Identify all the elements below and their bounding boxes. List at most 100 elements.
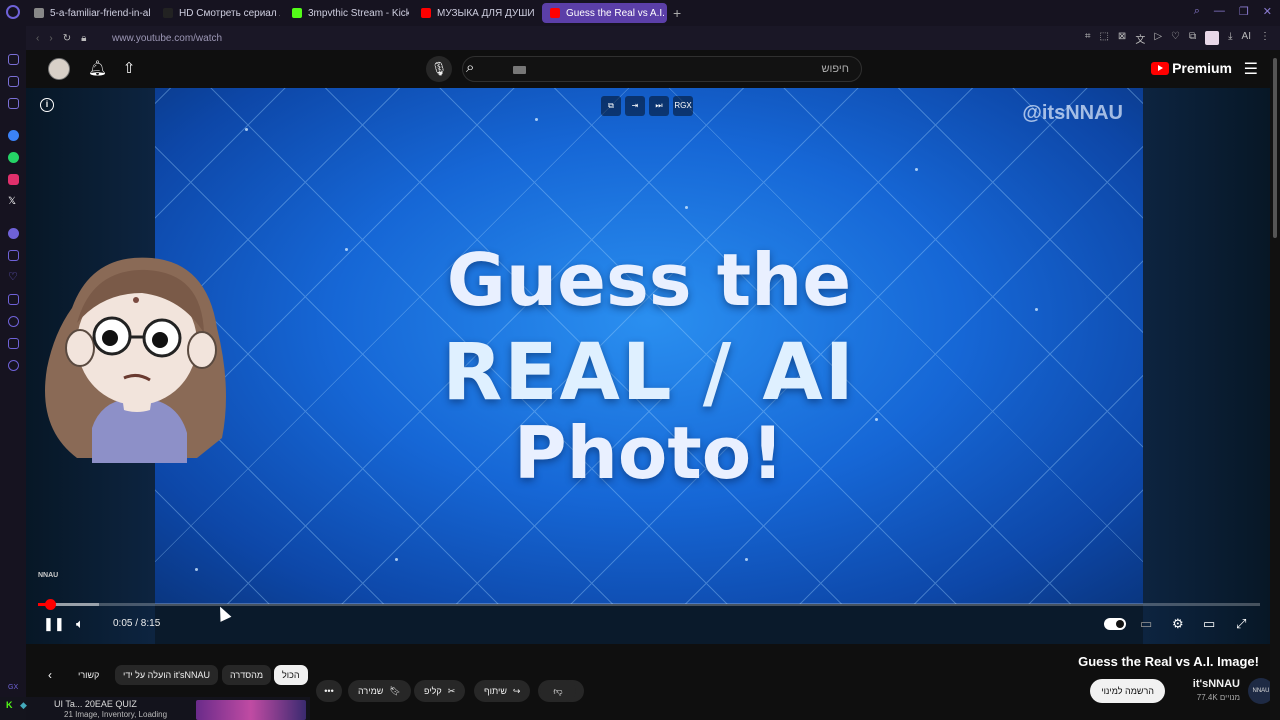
chips-scroll-left-icon[interactable]: ‹: [48, 668, 52, 682]
sparkle: [245, 128, 248, 131]
video-text-line3: Photo!: [513, 411, 785, 495]
favicon-icon: [421, 8, 431, 18]
instagram-icon[interactable]: [8, 174, 19, 185]
video-handle-text: @itsNNAU: [1022, 102, 1123, 124]
voice-search-mic-icon[interactable]: 🎙︎: [426, 56, 452, 82]
hamburger-menu-icon[interactable]: ☰: [1244, 59, 1258, 79]
wallet-icon[interactable]: [8, 294, 19, 305]
search-placeholder: חיפוש: [821, 63, 849, 75]
sparkle: [685, 206, 688, 209]
play-icon[interactable]: ▷: [1154, 31, 1162, 46]
reload-icon[interactable]: ↻: [63, 33, 71, 44]
favicon-icon: [292, 8, 302, 18]
tab-1[interactable]: 5-a-familiar-friend-in-alie: [26, 3, 151, 23]
gx-logo-icon: GX: [8, 684, 19, 691]
history-icon[interactable]: [8, 316, 19, 327]
logo-text: Premium: [1172, 60, 1232, 76]
theater-mode-icon[interactable]: ▭: [1203, 616, 1215, 632]
search-input[interactable]: חיפוש: [462, 56, 862, 82]
video-frame[interactable]: Guess the REAL / AI Photo! @itsNNAU: [155, 88, 1143, 604]
restore-button[interactable]: ❐: [1239, 5, 1249, 18]
youtube-premium-logo[interactable]: Premium: [1151, 60, 1232, 76]
tab-bar: 5-a-familiar-friend-in-alie HD Смотреть …: [0, 0, 1280, 26]
search-icon[interactable]: ⌕: [466, 59, 474, 76]
heart-icon[interactable]: ♡: [8, 272, 19, 283]
popout-icon[interactable]: ⧉: [601, 96, 621, 116]
messenger-icon[interactable]: [8, 130, 19, 141]
player-icon[interactable]: [8, 250, 19, 261]
dislike-button[interactable]: 👎︎: [540, 680, 576, 702]
aria-ai-icon[interactable]: AI: [1242, 31, 1251, 46]
time-display: 0:05 / 8:15: [113, 618, 161, 629]
new-tab-button[interactable]: +: [673, 5, 681, 21]
volume-icon[interactable]: 🔈︎: [76, 616, 84, 632]
chip-from-series[interactable]: מהסדרה: [222, 665, 272, 685]
account-avatar[interactable]: [48, 58, 70, 80]
clip-button[interactable]: קליפ ✂: [414, 680, 466, 702]
notifications-bell-icon[interactable]: 🔔︎: [88, 60, 107, 78]
tab-title: HD Смотреть сериал Амери: [179, 7, 280, 19]
video-player[interactable]: Guess the REAL / AI Photo! @itsNNAU ⧉ ⇥ …: [26, 88, 1270, 644]
close-button[interactable]: ✕: [1263, 5, 1272, 18]
subtitles-icon[interactable]: ▭: [1140, 616, 1152, 632]
tab-2[interactable]: HD Смотреть сериал Амери: [155, 3, 280, 23]
settings-gear-icon[interactable]: [8, 360, 19, 371]
sparkle: [745, 558, 748, 561]
back-icon[interactable]: ‹: [36, 33, 39, 44]
more-menu-icon[interactable]: ⋮: [1260, 31, 1270, 46]
whatsapp-icon[interactable]: [8, 152, 19, 163]
bookmark-icon: 🔖︎: [389, 686, 401, 696]
skip-icon[interactable]: ⏭︎: [649, 96, 669, 116]
m-icon[interactable]: [8, 98, 19, 109]
app-icon[interactable]: ◆: [20, 700, 27, 711]
youtube-play-icon: [1151, 61, 1170, 75]
info-icon[interactable]: i: [40, 98, 54, 112]
fullscreen-icon[interactable]: ⤢: [1236, 616, 1246, 632]
favicon-icon: [550, 8, 560, 18]
overlay-taskbar: K ◆ UI Ta... 20EAE QUIZ 21 Image, Invent…: [0, 697, 310, 720]
subscribe-button[interactable]: הרשמה למינוי: [1090, 679, 1165, 703]
minimize-button[interactable]: —: [1214, 5, 1225, 18]
messages-icon[interactable]: [8, 54, 19, 65]
stream-thumbnail[interactable]: [196, 700, 306, 720]
favorite-icon[interactable]: ♡: [1171, 31, 1180, 46]
download-icon[interactable]: ⤓: [1228, 31, 1232, 46]
tab-3[interactable]: 3mpvthic Stream - Kick D: [284, 3, 409, 23]
share-button[interactable]: שיתוף ↪: [474, 680, 531, 702]
forward-icon[interactable]: ›: [49, 33, 52, 44]
snapshot-icon[interactable]: ⬚: [1099, 31, 1108, 46]
pause-icon[interactable]: ❚❚: [43, 616, 65, 632]
chip-related[interactable]: קשורי: [70, 665, 107, 685]
translate-icon[interactable]: 文: [1135, 31, 1145, 46]
url-field[interactable]: www.youtube.com/watch: [112, 33, 222, 44]
keyboard-icon[interactable]: [513, 66, 526, 74]
more-dots-icon: •••: [324, 686, 334, 696]
tab-4[interactable]: МУЗЫКА ДЛЯ ДУШИ: [413, 3, 538, 23]
create-upload-icon[interactable]: ⇧: [120, 60, 138, 78]
more-actions-button[interactable]: •••: [316, 680, 342, 702]
address-bar: ‹ › ↻ 🔒︎ www.youtube.com/watch ⌗ ⬚ ⊠ 文 ▷…: [26, 26, 1280, 50]
settings-icon[interactable]: ⚙︎: [1172, 616, 1184, 632]
channel-watermark[interactable]: NNAU: [38, 572, 58, 579]
puzzle-icon[interactable]: ⧉: [1189, 31, 1196, 46]
extension-icon[interactable]: ⌗: [1085, 31, 1091, 46]
kick-icon[interactable]: K: [6, 700, 13, 710]
search-tabs-icon[interactable]: ⌕: [1194, 5, 1200, 18]
x-twitter-icon[interactable]: 𝕏: [8, 196, 19, 207]
channel-name[interactable]: it'sNNAU: [1193, 678, 1240, 690]
adblock-icon[interactable]: ⊠: [1118, 31, 1126, 46]
gx-corner-icon[interactable]: [8, 76, 19, 87]
chip-uploaded-by[interactable]: הועלה על ידי it'sNNAU: [115, 665, 218, 685]
opera-logo-icon[interactable]: [6, 5, 20, 19]
scrollbar-thumb[interactable]: [1273, 58, 1277, 238]
enter-icon[interactable]: ⇥: [625, 96, 645, 116]
rgx-badge[interactable]: RGX: [673, 96, 693, 116]
chip-all[interactable]: הכול: [274, 665, 308, 685]
save-button[interactable]: שמירה 🔖︎: [348, 680, 411, 702]
extensions-icon[interactable]: [8, 338, 19, 349]
page-scrollbar[interactable]: [1270, 50, 1280, 720]
profile-icon[interactable]: [1205, 31, 1220, 45]
autoplay-toggle[interactable]: [1104, 618, 1126, 630]
music-icon[interactable]: [8, 228, 19, 239]
tab-5-active[interactable]: Guess the Real vs A.I.: [542, 3, 667, 23]
